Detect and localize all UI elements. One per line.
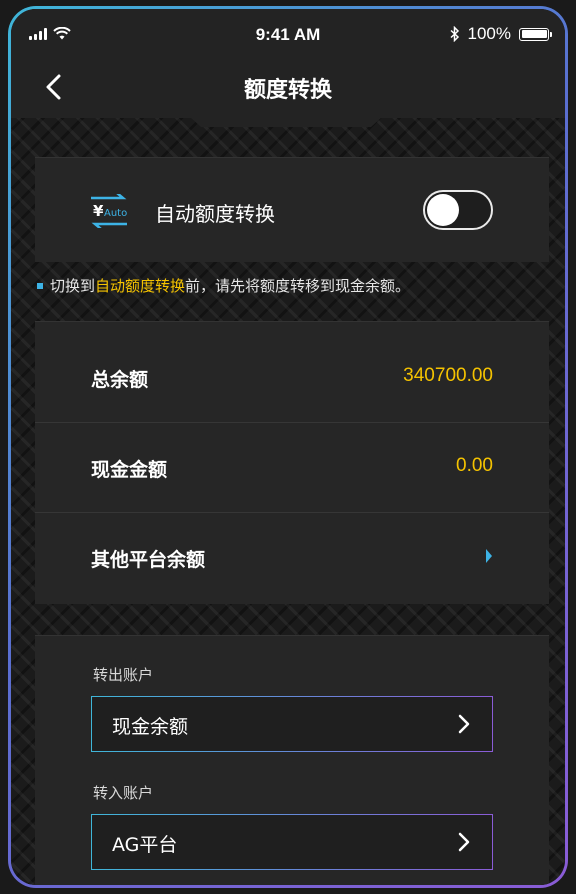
auto-transfer-label: 自动额度转换 — [155, 202, 275, 226]
auto-transfer-icon: ¥ Auto — [91, 194, 127, 228]
status-bar: 9:41 AM 100% — [11, 9, 565, 59]
other-platform-balance-label: 其他平台余额 — [91, 549, 206, 571]
page-title: 额度转换 — [243, 78, 332, 103]
screen: 9:41 AM 100% 额度转换 ¥ Auto 自动额度转换 切换到自动额度转… — [11, 9, 565, 885]
from-account-value: 现金余额 — [112, 716, 189, 738]
tip-highlight: 自动额度转换 — [95, 277, 186, 295]
to-account-label: 转入账户 — [93, 784, 154, 802]
cash-balance-label: 现金金额 — [91, 459, 168, 481]
to-account-select[interactable]: AG平台 — [91, 814, 493, 870]
from-account-select[interactable]: 现金余额 — [91, 696, 493, 752]
chevron-right-icon — [458, 832, 470, 852]
phone-frame: 9:41 AM 100% 额度转换 ¥ Auto 自动额度转换 切换到自动额度转… — [8, 6, 568, 888]
status-right: 100% — [450, 24, 552, 44]
auto-transfer-card: ¥ Auto 自动额度转换 — [35, 157, 549, 262]
nav-bottom-edge — [11, 115, 565, 127]
total-balance-label: 总余额 — [91, 369, 149, 391]
chevron-right-icon — [458, 714, 470, 734]
tip-prefix: 切换到 — [50, 277, 96, 295]
caret-right-icon — [486, 549, 492, 563]
total-balance-value: 340700.00 — [403, 365, 493, 386]
toggle-knob — [427, 194, 459, 226]
balance-card: 总余额 340700.00 现金金额 0.00 其他平台余额 — [35, 321, 549, 604]
navigation-bar: 额度转换 — [11, 59, 565, 115]
tip-suffix: 前，请先将额度转移到现金余额。 — [185, 277, 411, 295]
yen-symbol: ¥ — [93, 202, 104, 220]
cash-balance-row: 现金金额 0.00 — [35, 422, 549, 513]
tip-text: 切换到自动额度转换前，请先将额度转移到现金余额。 — [50, 275, 410, 296]
to-account-value: AG平台 — [112, 834, 178, 856]
other-platform-balance-row[interactable]: 其他平台余额 — [35, 512, 549, 602]
auto-transfer-toggle[interactable] — [423, 190, 493, 230]
cash-balance-value: 0.00 — [456, 455, 493, 476]
battery-percent: 100% — [467, 24, 511, 43]
auto-symbol-text: Auto — [104, 208, 127, 219]
battery-icon — [519, 27, 552, 41]
total-balance-row: 总余额 340700.00 — [35, 332, 549, 423]
from-account-label: 转出账户 — [93, 666, 154, 684]
transfer-tip: 切换到自动额度转换前，请先将额度转移到现金余额。 — [37, 275, 410, 296]
bluetooth-icon — [450, 26, 459, 42]
bullet-icon — [37, 282, 43, 289]
transfer-card: 转出账户 现金余额 转入账户 AG平台 — [35, 635, 549, 885]
